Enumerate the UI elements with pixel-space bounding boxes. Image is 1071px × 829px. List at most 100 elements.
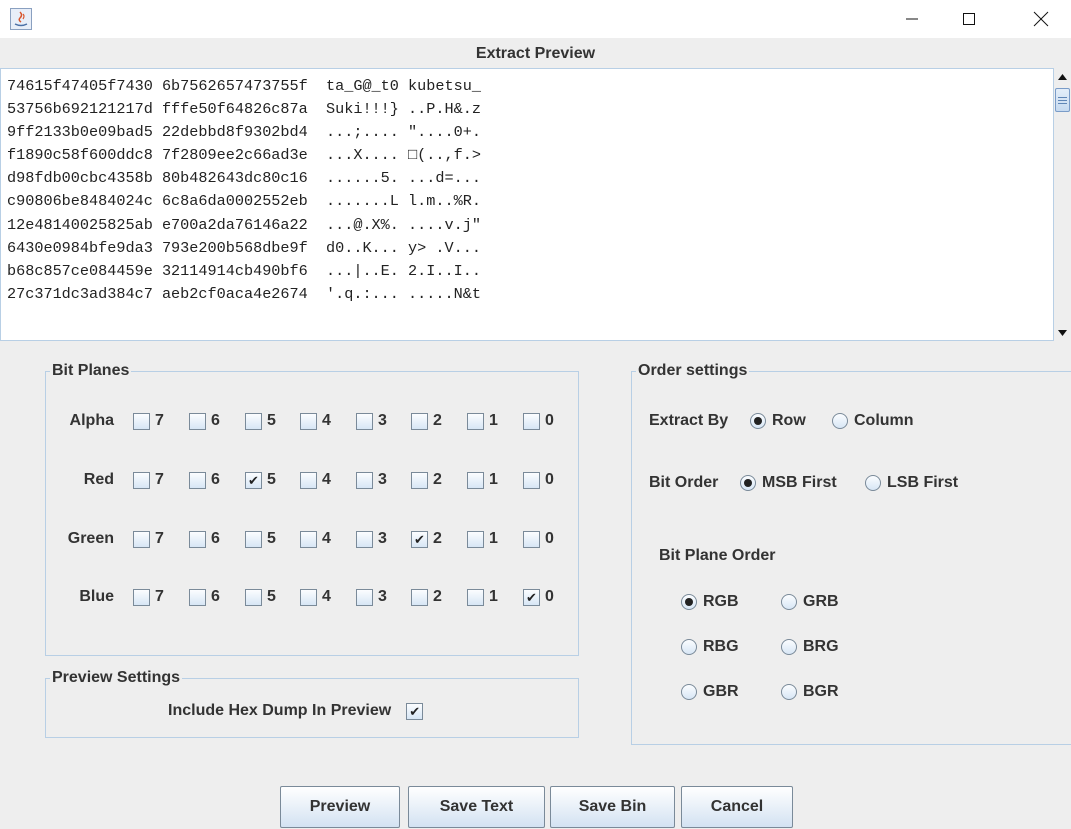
bit-checkbox-blue-7[interactable]: 7: [133, 586, 164, 608]
bit-order-radio-msb-first[interactable]: MSB First: [740, 472, 837, 494]
scrollbar-thumb[interactable]: [1055, 88, 1070, 112]
checkbox-box[interactable]: [133, 588, 150, 606]
checkbox-box[interactable]: [300, 588, 317, 606]
checkbox-box[interactable]: [300, 412, 317, 430]
checkbox-box[interactable]: [467, 530, 484, 548]
bit-checkbox-blue-4[interactable]: 4: [300, 586, 331, 608]
checkbox-box[interactable]: [300, 530, 317, 548]
bit-checkbox-alpha-0[interactable]: 0: [523, 410, 554, 432]
checkbox-box[interactable]: [356, 471, 373, 489]
radio-indicator[interactable]: [832, 413, 848, 429]
bit-order-radio-lsb-first[interactable]: LSB First: [865, 472, 958, 494]
checkbox-box[interactable]: [300, 471, 317, 489]
cancel-button[interactable]: Cancel: [681, 786, 793, 828]
bit-checkbox-alpha-4[interactable]: 4: [300, 410, 331, 432]
bit-checkbox-blue-6[interactable]: 6: [189, 586, 220, 608]
checkbox-box[interactable]: [411, 588, 428, 606]
bit-checkbox-blue-0[interactable]: ✔ 0: [523, 586, 554, 608]
checkbox-box[interactable]: [523, 530, 540, 548]
scroll-down-arrow-icon[interactable]: [1054, 324, 1071, 341]
radio-indicator[interactable]: [681, 639, 697, 655]
close-button[interactable]: [1018, 0, 1064, 38]
radio-indicator[interactable]: [865, 475, 881, 491]
checkbox-box[interactable]: [411, 471, 428, 489]
bit-checkbox-blue-5[interactable]: 5: [245, 586, 276, 608]
checkbox-box[interactable]: [245, 412, 262, 430]
bit-checkbox-alpha-1[interactable]: 1: [467, 410, 498, 432]
checkbox-box[interactable]: [356, 588, 373, 606]
bit-checkbox-alpha-3[interactable]: 3: [356, 410, 387, 432]
checkbox-box[interactable]: [133, 412, 150, 430]
save-bin-button[interactable]: Save Bin: [550, 786, 675, 828]
bit-checkbox-blue-1[interactable]: 1: [467, 586, 498, 608]
radio-label: BRG: [803, 638, 839, 655]
preview-button[interactable]: Preview: [280, 786, 400, 828]
checkbox-box[interactable]: [245, 588, 262, 606]
radio-indicator[interactable]: [750, 413, 766, 429]
bit-checkbox-blue-2[interactable]: 2: [411, 586, 442, 608]
preview-scrollbar[interactable]: [1053, 68, 1071, 341]
checkbox-box[interactable]: [189, 471, 206, 489]
checkbox-box[interactable]: ✔: [411, 530, 428, 548]
hex-dump-checkbox-row[interactable]: Include Hex Dump In Preview ✔: [168, 700, 424, 722]
bit-checkbox-red-7[interactable]: 7: [133, 469, 164, 491]
bit-checkbox-alpha-6[interactable]: 6: [189, 410, 220, 432]
radio-indicator[interactable]: [681, 684, 697, 700]
checkbox-box[interactable]: ✔: [523, 588, 540, 606]
bit-checkbox-green-6[interactable]: 6: [189, 528, 220, 550]
bit-checkbox-alpha-5[interactable]: 5: [245, 410, 276, 432]
plane-order-radio-gbr[interactable]: GBR: [681, 681, 739, 703]
maximize-button[interactable]: [946, 0, 992, 38]
bit-checkbox-red-0[interactable]: 0: [523, 469, 554, 491]
checkbox-box[interactable]: [356, 412, 373, 430]
checkbox-box[interactable]: [356, 530, 373, 548]
checkbox-box[interactable]: [245, 530, 262, 548]
bit-plane-order-label: Bit Plane Order: [659, 547, 776, 564]
checkbox-box[interactable]: [523, 471, 540, 489]
radio-indicator[interactable]: [781, 639, 797, 655]
checkbox-box[interactable]: [523, 412, 540, 430]
bit-checkbox-green-4[interactable]: 4: [300, 528, 331, 550]
radio-indicator[interactable]: [681, 594, 697, 610]
radio-indicator[interactable]: [740, 475, 756, 491]
plane-order-radio-rbg[interactable]: RBG: [681, 636, 739, 658]
checkbox-box[interactable]: [133, 471, 150, 489]
radio-indicator[interactable]: [781, 594, 797, 610]
checkbox-box[interactable]: [467, 471, 484, 489]
bit-checkbox-red-4[interactable]: 4: [300, 469, 331, 491]
checkbox-box[interactable]: [133, 530, 150, 548]
plane-order-radio-bgr[interactable]: BGR: [781, 681, 839, 703]
bit-checkbox-red-1[interactable]: 1: [467, 469, 498, 491]
minimize-button[interactable]: [889, 0, 935, 38]
checkbox-box[interactable]: [189, 530, 206, 548]
extract-by-radio-row[interactable]: Row: [750, 410, 806, 432]
save-text-button[interactable]: Save Text: [408, 786, 545, 828]
bit-checkbox-green-5[interactable]: 5: [245, 528, 276, 550]
bit-checkbox-alpha-7[interactable]: 7: [133, 410, 164, 432]
radio-indicator[interactable]: [781, 684, 797, 700]
extract-by-radio-column[interactable]: Column: [832, 410, 914, 432]
hex-dump-checkbox[interactable]: ✔: [406, 702, 424, 720]
bit-checkbox-green-0[interactable]: 0: [523, 528, 554, 550]
bit-checkbox-red-5[interactable]: ✔ 5: [245, 469, 276, 491]
preview-text-area[interactable]: 74615f47405f7430 6b7562657473755f ta_G@_…: [0, 68, 1071, 341]
bit-checkbox-red-2[interactable]: 2: [411, 469, 442, 491]
bit-checkbox-green-3[interactable]: 3: [356, 528, 387, 550]
bit-checkbox-green-7[interactable]: 7: [133, 528, 164, 550]
checkbox-box[interactable]: [189, 588, 206, 606]
checkbox-box[interactable]: [411, 412, 428, 430]
bit-checkbox-red-3[interactable]: 3: [356, 469, 387, 491]
plane-order-radio-brg[interactable]: BRG: [781, 636, 839, 658]
checkbox-box[interactable]: ✔: [245, 471, 262, 489]
bit-checkbox-green-1[interactable]: 1: [467, 528, 498, 550]
checkbox-box[interactable]: [467, 588, 484, 606]
bit-checkbox-red-6[interactable]: 6: [189, 469, 220, 491]
checkbox-box[interactable]: [467, 412, 484, 430]
scroll-up-arrow-icon[interactable]: [1054, 68, 1071, 85]
plane-order-radio-grb[interactable]: GRB: [781, 591, 839, 613]
bit-checkbox-blue-3[interactable]: 3: [356, 586, 387, 608]
bit-checkbox-green-2[interactable]: ✔ 2: [411, 528, 442, 550]
bit-checkbox-alpha-2[interactable]: 2: [411, 410, 442, 432]
plane-order-radio-rgb[interactable]: RGB: [681, 591, 739, 613]
checkbox-box[interactable]: [189, 412, 206, 430]
